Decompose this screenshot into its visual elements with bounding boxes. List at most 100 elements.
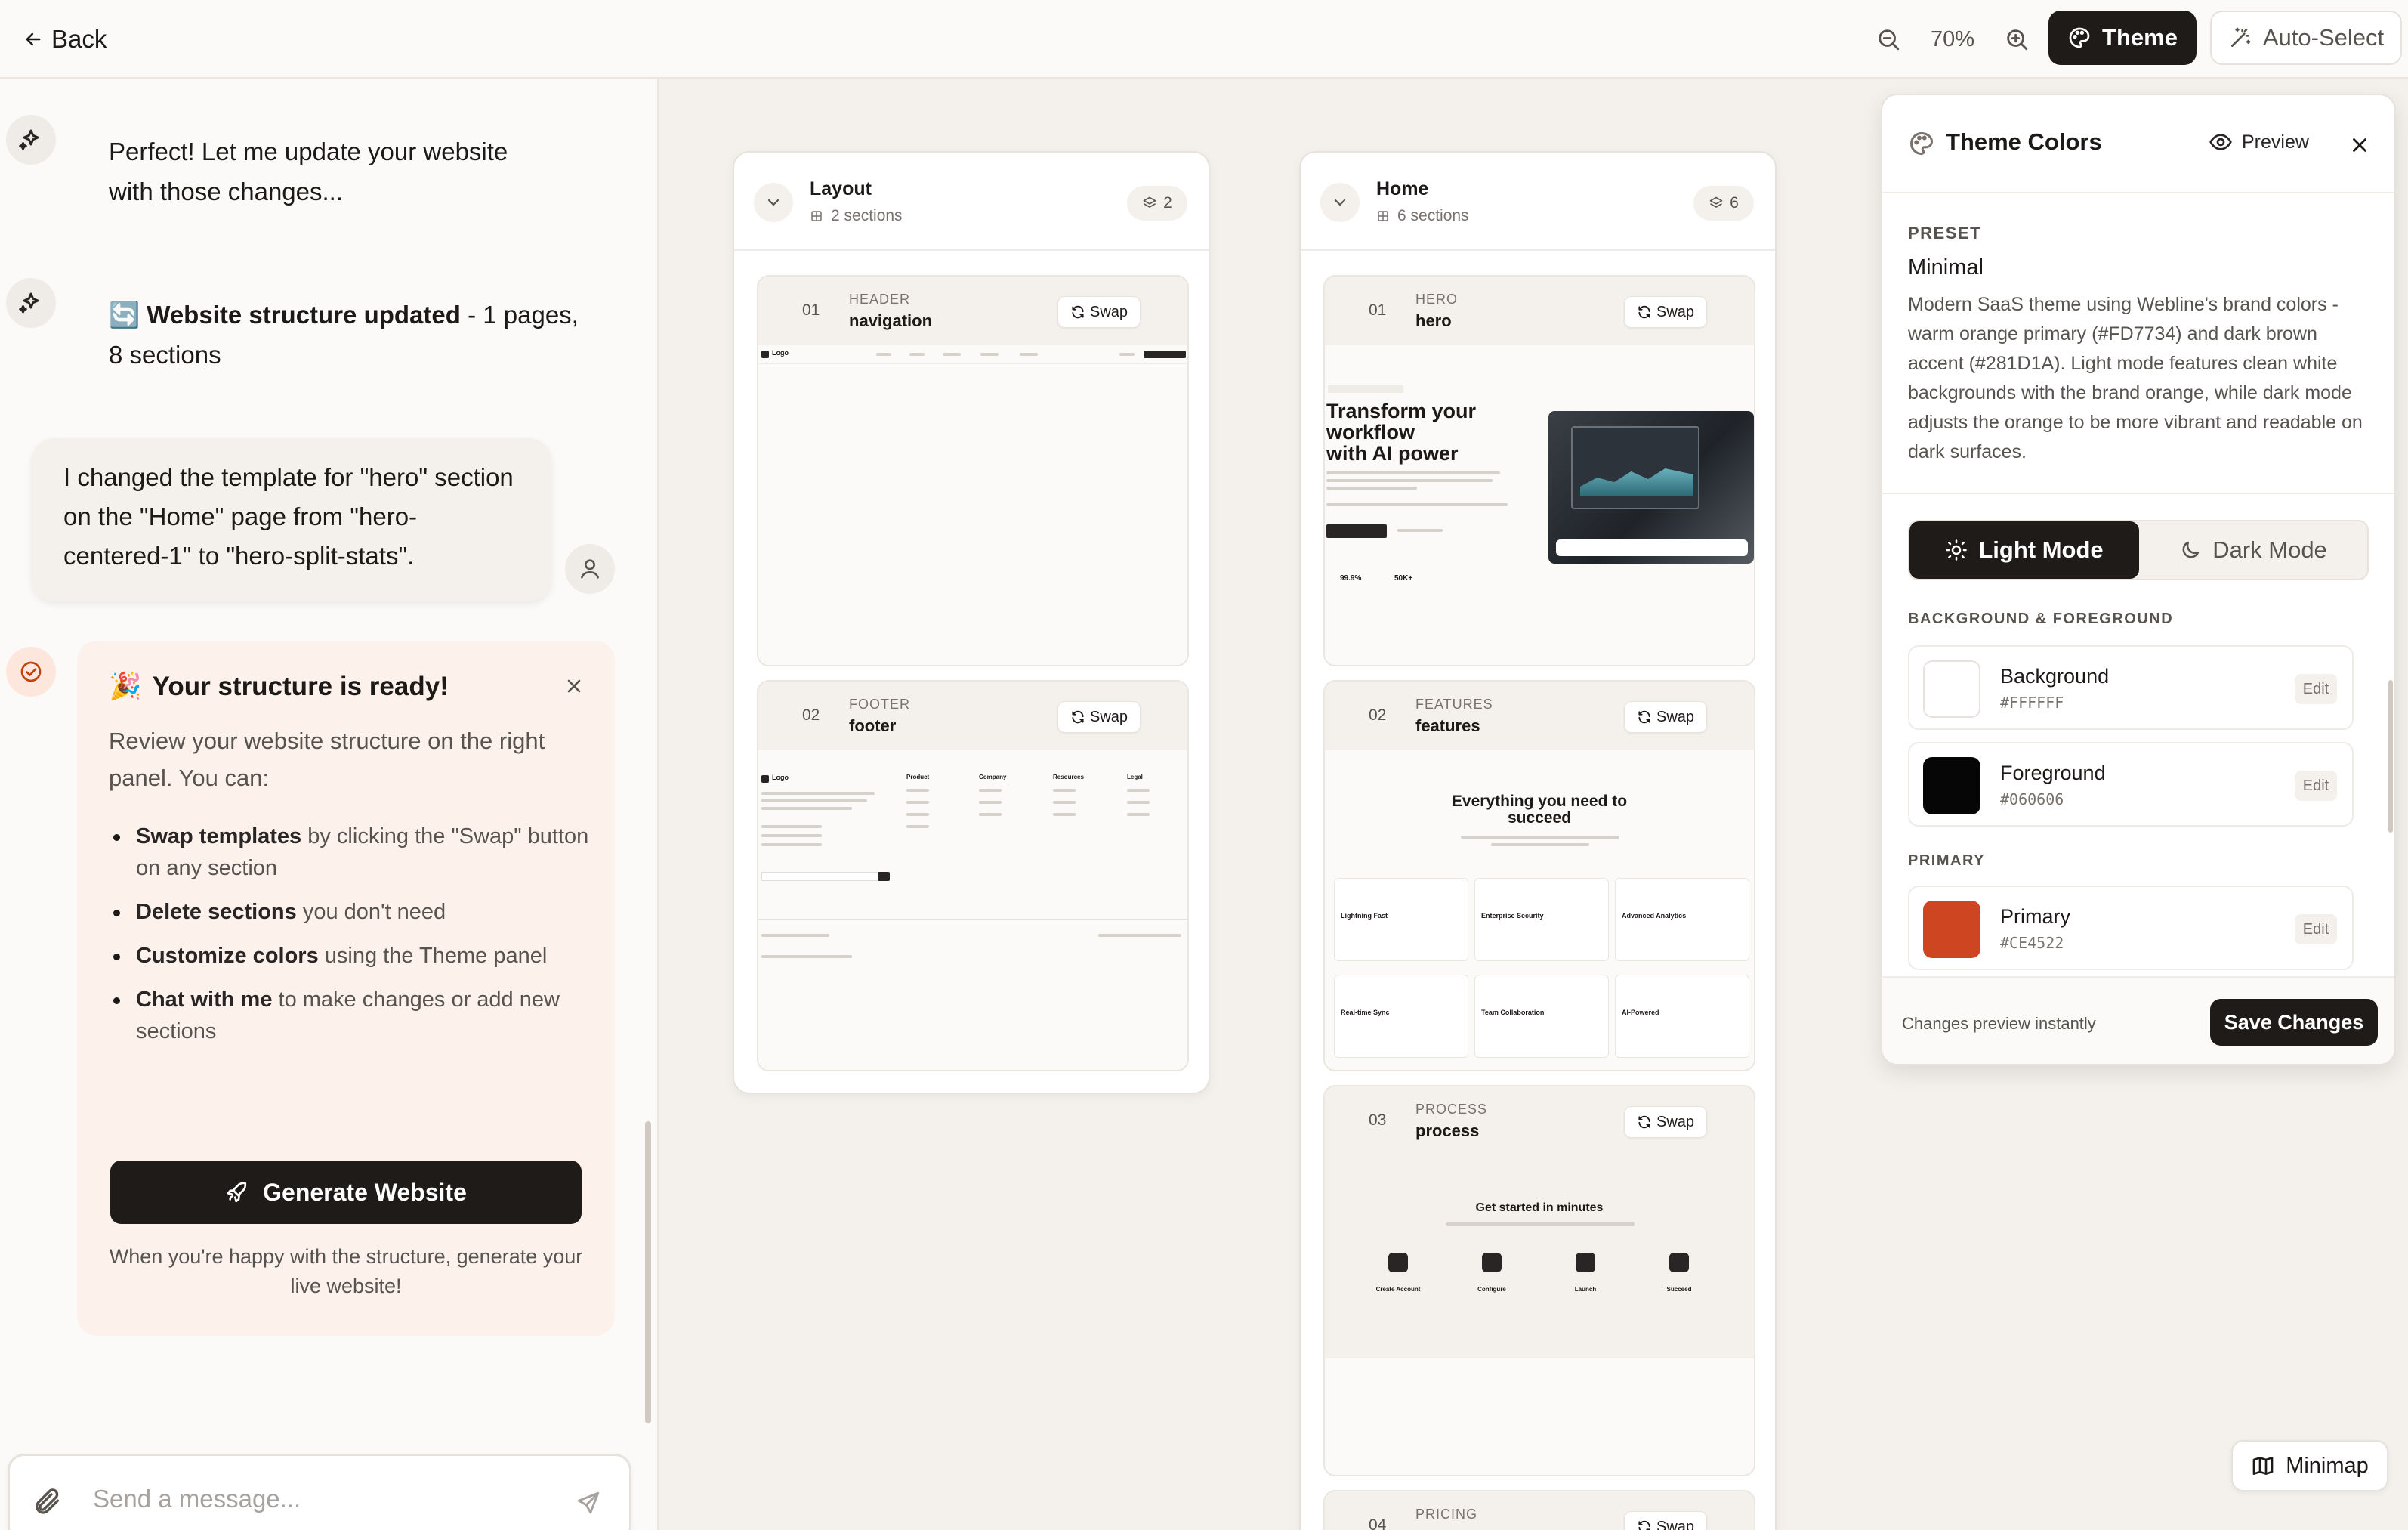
preview-toggle[interactable]: Preview [2209, 130, 2309, 154]
color-swatch[interactable] [1923, 660, 1980, 718]
status-avatar [6, 647, 56, 697]
section-name: navigation [849, 311, 933, 330]
overlay-bar [1556, 539, 1748, 556]
preview-line [1127, 801, 1150, 804]
zoom-in-button[interactable] [1999, 21, 2035, 57]
theme-panel-title: Theme Colors [1946, 128, 2102, 155]
preview-button [1326, 524, 1387, 538]
feature-title: Team Collaboration [1481, 1009, 1545, 1016]
paperclip-icon[interactable] [32, 1486, 63, 1516]
section-preview: Logo Product Company Resources Legal [758, 750, 1187, 1070]
color-row-primary: Primary #CE4522 Edit [1908, 886, 2354, 970]
color-swatch[interactable] [1923, 901, 1980, 958]
layers-icon [1709, 196, 1723, 208]
arrow-left-icon [23, 29, 44, 50]
eye-icon [2209, 134, 2232, 150]
swap-button[interactable]: Swap [1624, 296, 1707, 328]
collapse-button[interactable] [754, 183, 793, 222]
close-card-button[interactable] [557, 669, 591, 703]
close-panel-button[interactable] [2343, 128, 2376, 162]
generate-label: Generate Website [263, 1178, 467, 1206]
refresh-icon [1072, 710, 1084, 724]
minimap-label: Minimap [2286, 1453, 2369, 1478]
collapse-button[interactable] [1320, 183, 1360, 222]
primary-label: PRIMARY [1908, 852, 1985, 869]
back-button[interactable]: Back [23, 21, 107, 57]
minimap-button[interactable]: Minimap [2231, 1440, 2388, 1491]
feature-card: Lightning Fast [1334, 878, 1468, 961]
feature-card: AI-Powered [1615, 975, 1749, 1058]
message-composer [8, 1454, 631, 1530]
section-name: process [1415, 1121, 1480, 1140]
ready-list: Swap templates by clicking the "Swap" bu… [109, 821, 592, 1059]
preview-line [1127, 789, 1150, 792]
footer-col-title: Legal [1127, 774, 1143, 780]
preview-line [761, 792, 875, 795]
edit-color-button[interactable]: Edit [2295, 771, 2337, 801]
item-bold: Chat with me [136, 988, 273, 1012]
step-title: Launch [1574, 1286, 1597, 1293]
refresh-icon [1072, 305, 1084, 319]
section-card: 02 FEATURES features Swap Everything you… [1323, 680, 1755, 1071]
chat-scrollbar[interactable] [645, 1121, 651, 1423]
light-mode-button[interactable]: Light Mode [1909, 521, 2139, 579]
list-item: Chat with me to make changes or add new … [109, 984, 592, 1047]
preview-line [1053, 801, 1076, 804]
section-number: 01 [802, 301, 820, 319]
item-bold: Delete sections [136, 900, 297, 924]
color-row-background: Background #FFFFFF Edit [1908, 645, 2354, 730]
divider [1882, 493, 2394, 494]
feature-title: Lightning Fast [1341, 912, 1388, 920]
preview-label: Preview [2242, 131, 2309, 153]
zoom-in-icon [2007, 29, 2028, 51]
auto-select-button[interactable]: Auto-Select [2210, 11, 2402, 65]
preview-logo-text: Logo [772, 349, 789, 357]
theme-button[interactable]: Theme [2048, 11, 2197, 65]
dark-mode-button[interactable]: Dark Mode [2139, 521, 2367, 579]
hero-line: with AI power [1326, 442, 1459, 465]
refresh-icon [1638, 305, 1650, 319]
send-icon [577, 1491, 600, 1514]
chevron-down-icon [767, 199, 780, 206]
swap-button[interactable]: Swap [1624, 1106, 1707, 1138]
hero-line: workflow [1326, 421, 1415, 444]
section-name: hero [1415, 311, 1452, 330]
section-preview: Logo [758, 345, 1187, 665]
swap-button[interactable]: Swap [1057, 296, 1141, 328]
refresh-emoji: 🔄 [109, 301, 140, 329]
preview-button [878, 872, 890, 881]
auto-select-label: Auto-Select [2262, 24, 2385, 51]
item-bold: Customize colors [136, 944, 319, 968]
color-name: Foreground [2000, 762, 2106, 784]
save-changes-button[interactable]: Save Changes [2210, 999, 2378, 1046]
preview-line [1326, 487, 1417, 490]
preview-line [909, 353, 925, 356]
message-line: with those changes... [109, 178, 344, 206]
panel-scrollbar[interactable] [2388, 680, 2393, 833]
zoom-out-icon [1879, 29, 1900, 51]
ready-title: 🎉 Your structure is ready! [109, 671, 449, 702]
list-item: Swap templates by clicking the "Swap" bu… [109, 821, 592, 884]
color-swatch[interactable] [1923, 757, 1980, 814]
swap-button[interactable]: Swap [1057, 701, 1141, 733]
top-bar: Back 70% Theme Auto-Select [0, 0, 2408, 79]
send-button[interactable] [569, 1483, 608, 1522]
swap-button[interactable]: Swap [1624, 1511, 1707, 1530]
preview-line [1053, 813, 1076, 816]
section-type: PRICING [1415, 1507, 1478, 1522]
edit-color-button[interactable]: Edit [2295, 674, 2337, 704]
preview-line [1020, 353, 1038, 356]
footer-col-title: Company [979, 774, 1007, 780]
section-number: 03 [1369, 1111, 1387, 1129]
zoom-out-button[interactable] [1870, 21, 1906, 57]
swap-button[interactable]: Swap [1624, 701, 1707, 733]
page-name: Home [1376, 178, 1429, 199]
chart-graphic [1580, 468, 1693, 496]
preview-line [1446, 1222, 1635, 1226]
message-input[interactable] [93, 1477, 546, 1521]
section-card: 02 FOOTER footer Swap Logo Product Compa… [757, 680, 1189, 1071]
section-header: 01 HEADER navigation Swap [758, 277, 1187, 345]
preview-badge [1328, 385, 1403, 393]
edit-color-button[interactable]: Edit [2295, 914, 2337, 944]
generate-website-button[interactable]: Generate Website [110, 1161, 582, 1224]
